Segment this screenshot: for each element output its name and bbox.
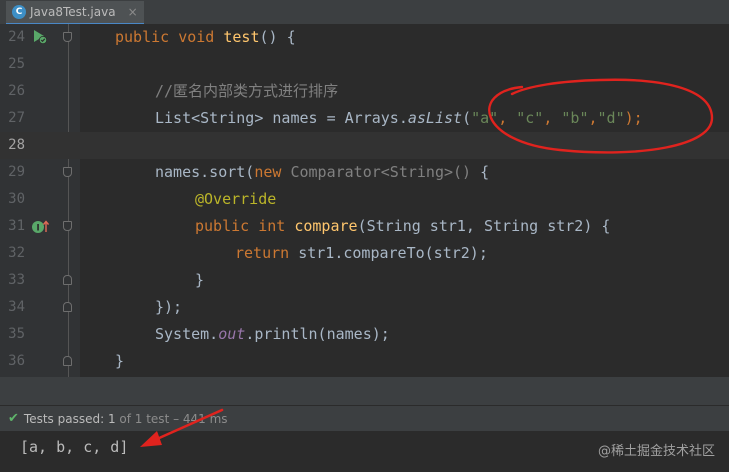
line-number: 29 [8, 164, 25, 180]
code-text: public int compare(String str1, String s… [195, 217, 611, 235]
code-text: }); [155, 298, 183, 316]
code-line-34: 34 }); [0, 294, 729, 321]
line-number: 28 [8, 137, 25, 153]
fold-marker[interactable] [63, 356, 72, 366]
tab-label: Java8Test.java [30, 5, 116, 19]
fold-marker[interactable] [63, 302, 72, 312]
code-line-32: 32 return str1.compareTo(str2); [0, 240, 729, 267]
code-line-28: 28 [0, 132, 729, 159]
java-class-icon: C [12, 5, 26, 19]
tab-java8test[interactable]: C Java8Test.java × [6, 1, 144, 26]
close-icon[interactable]: × [128, 5, 138, 19]
code-line-25: 25 [0, 51, 729, 78]
line-number: 36 [8, 353, 25, 369]
code-text: public void test() { [115, 28, 296, 46]
line-number: 34 [8, 299, 25, 315]
code-text: names.sort(new Comparator<String>() { [155, 163, 490, 181]
fold-marker[interactable] [63, 275, 72, 285]
fold-marker[interactable] [63, 32, 72, 42]
code-line-35: 35 System.out.println(names); [0, 321, 729, 348]
svg-text:I: I [36, 224, 39, 234]
console-output: [a, b, c, d] [20, 438, 129, 456]
fold-marker[interactable] [63, 167, 72, 177]
test-status-text: Tests passed: 1 of 1 test – 441 ms [23, 411, 228, 426]
watermark: @稀土掘金技术社区 [597, 444, 715, 459]
check-icon: ✔ [8, 411, 19, 426]
code-text: return str1.compareTo(str2); [235, 244, 488, 262]
line-number: 35 [8, 326, 25, 342]
code-editor[interactable]: 24 public void test() { 25 26 //匿名内部类方式进… [0, 24, 729, 377]
code-line-24: 24 public void test() { [0, 24, 729, 51]
code-text: } [195, 271, 205, 289]
code-text: System.out.println(names); [155, 325, 390, 343]
run-test-icon[interactable] [31, 28, 48, 45]
code-line-30: 30 @Override [0, 186, 729, 213]
code-annotation: @Override [195, 190, 277, 208]
code-comment: //匿名内部类方式进行排序 [155, 82, 339, 100]
line-number: 33 [8, 272, 25, 288]
test-status-bar: ✔ Tests passed: 1 of 1 test – 441 ms [0, 405, 729, 431]
code-line-26: 26 //匿名内部类方式进行排序 [0, 78, 729, 105]
line-number: 25 [8, 56, 25, 72]
implements-method-icon[interactable]: I [31, 218, 49, 235]
line-number: 30 [8, 191, 25, 207]
code-line-29: 29 names.sort(new Comparator<String>() { [0, 159, 729, 186]
panel-divider[interactable] [0, 377, 729, 405]
code-line-27: 27 List<String> names = Arrays.asList("a… [0, 105, 729, 132]
code-line-31: 31 I public int compare(String str1, Str… [0, 213, 729, 240]
run-console[interactable]: [a, b, c, d] @稀土掘金技术社区 [0, 431, 729, 472]
code-line-36: 36 } [0, 348, 729, 375]
line-number: 32 [8, 245, 25, 261]
code-text: List<String> names = Arrays.asList("a", … [155, 109, 643, 127]
fold-marker[interactable] [63, 221, 72, 231]
line-number: 27 [8, 110, 25, 126]
line-number: 24 [8, 29, 25, 45]
code-text: } [115, 352, 125, 370]
line-number: 26 [8, 83, 25, 99]
line-number: 31 [8, 218, 25, 234]
code-line-33: 33 } [0, 267, 729, 294]
